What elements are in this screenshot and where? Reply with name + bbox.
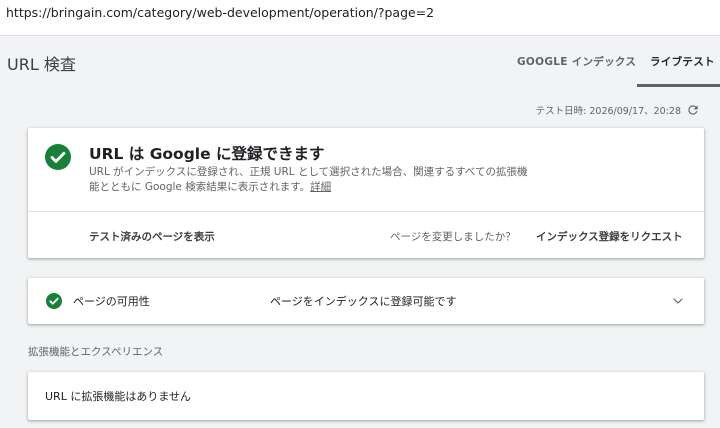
availability-label: ページの可用性 — [73, 295, 150, 308]
tab-google-index[interactable]: GOOGLE インデックス — [517, 54, 636, 69]
refresh-icon[interactable] — [686, 103, 700, 117]
test-date: テスト日時: 2026/09/17、20:28 — [535, 106, 681, 117]
enhancements-card: URL に拡張機能はありません — [28, 372, 704, 420]
page-changed-question: ページを変更しましたか？ — [390, 231, 516, 243]
request-indexing-button[interactable]: インデックス登録をリクエスト — [536, 229, 683, 244]
view-tested-page-button[interactable]: テスト済みのページを表示 — [89, 229, 215, 244]
check-circle-icon — [46, 293, 62, 309]
indexability-description: URL がインデックスに登録され、正規 URL として選択された場合、関連するす… — [89, 165, 529, 195]
test-date-row: テスト日時: 2026/09/17、20:28 — [536, 103, 700, 117]
enhancements-section-title: 拡張機能とエクスペリエンス — [28, 346, 164, 358]
chevron-down-icon[interactable] — [672, 295, 684, 307]
details-link[interactable]: 詳細 — [310, 181, 331, 193]
url-text[interactable]: https://bringain.com/category/web-develo… — [6, 5, 434, 20]
availability-status: ページをインデックスに登録可能です — [270, 295, 457, 308]
page-header: URL 検査 GOOGLE インデックス ライブテスト — [0, 36, 720, 88]
indexability-heading: URL は Google に登録できます — [89, 145, 325, 163]
tab-live-test[interactable]: ライブテスト — [650, 54, 715, 69]
indexability-card: URL は Google に登録できます URL がインデックスに登録され、正規… — [28, 128, 704, 258]
card-divider — [28, 211, 704, 212]
description-text: URL がインデックスに登録され、正規 URL として選択された場合、関連するす… — [89, 166, 528, 193]
check-circle-icon — [45, 144, 71, 170]
page-availability-row[interactable]: ページの可用性 ページをインデックスに登録可能です — [28, 278, 704, 324]
address-bar[interactable]: https://bringain.com/category/web-develo… — [0, 0, 720, 36]
active-tab-indicator — [637, 84, 720, 87]
page-title: URL 検査 — [7, 55, 76, 74]
no-enhancements-text: URL に拡張機能はありません — [45, 390, 191, 403]
